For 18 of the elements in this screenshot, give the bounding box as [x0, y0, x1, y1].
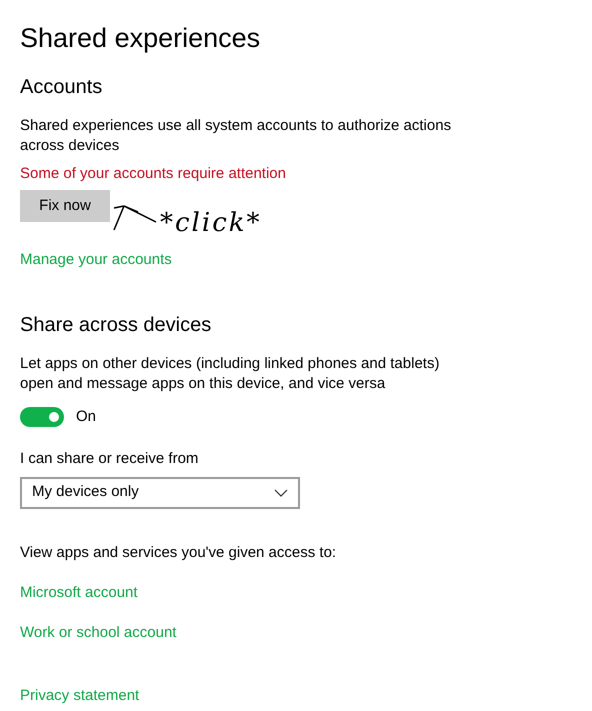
devices-dropdown[interactable]: My devices only	[20, 476, 300, 508]
description: Shared experiences use all system accounts to authorize actions across devices	[20, 116, 452, 156]
chevron-down-icon	[274, 488, 288, 496]
toggle-label: On	[76, 407, 96, 427]
privacy-statement-link[interactable]: Privacy statement	[20, 686, 140, 706]
toggle-switch[interactable]	[20, 407, 64, 428]
account-link[interactable]: Microsoft account	[20, 582, 138, 602]
description: Let apps on other devices (including linked phones and tablets) open and message apps on this device, and vice versa	[20, 354, 440, 394]
access-text: View apps and services you've given access to:	[20, 542, 338, 562]
section-heading: Accounts	[20, 75, 104, 100]
dropdown-label: I can share or receive from	[20, 448, 200, 468]
fix-now-button[interactable]: Fix now	[20, 190, 110, 222]
warning-text: Some of your accounts require attention	[20, 164, 287, 184]
account-link[interactable]: Work or school account	[20, 622, 176, 642]
page-title: Shared experiences	[20, 22, 262, 55]
section-heading: Share across devices	[20, 313, 212, 338]
manage-accounts-link[interactable]: Manage your accounts	[20, 250, 172, 270]
annotation-text: *click*	[160, 207, 262, 240]
